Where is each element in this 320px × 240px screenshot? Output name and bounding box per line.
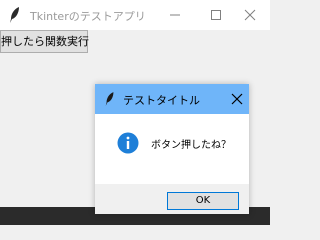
maximize-button[interactable]	[197, 0, 235, 30]
window-title: Tkinterのテストアプリ	[30, 10, 146, 23]
dialog-message: ボタン押したね？	[151, 140, 231, 151]
dialog-title: テストタイトル	[123, 94, 200, 107]
run-function-button[interactable]: 押したら関数実行	[0, 30, 89, 53]
feather-icon	[105, 92, 114, 106]
dialog-titlebar[interactable]: テストタイトル	[95, 84, 249, 114]
minimize-icon	[170, 14, 180, 16]
close-button[interactable]	[231, 0, 269, 30]
main-titlebar[interactable]: Tkinterのテストアプリ	[0, 0, 270, 30]
minimize-button[interactable]	[156, 0, 194, 30]
maximize-icon	[211, 10, 221, 20]
feather-icon	[10, 7, 19, 23]
ok-button[interactable]: OK	[167, 192, 239, 210]
close-icon	[231, 93, 243, 105]
dialog-body: ボタン押したね？	[95, 114, 249, 184]
dialog-close-button[interactable]	[225, 84, 249, 114]
info-icon	[117, 132, 139, 154]
close-icon	[244, 9, 256, 21]
dialog-footer: OK	[95, 184, 249, 214]
message-dialog: テストタイトル ボタン押したね？ OK	[95, 84, 249, 214]
